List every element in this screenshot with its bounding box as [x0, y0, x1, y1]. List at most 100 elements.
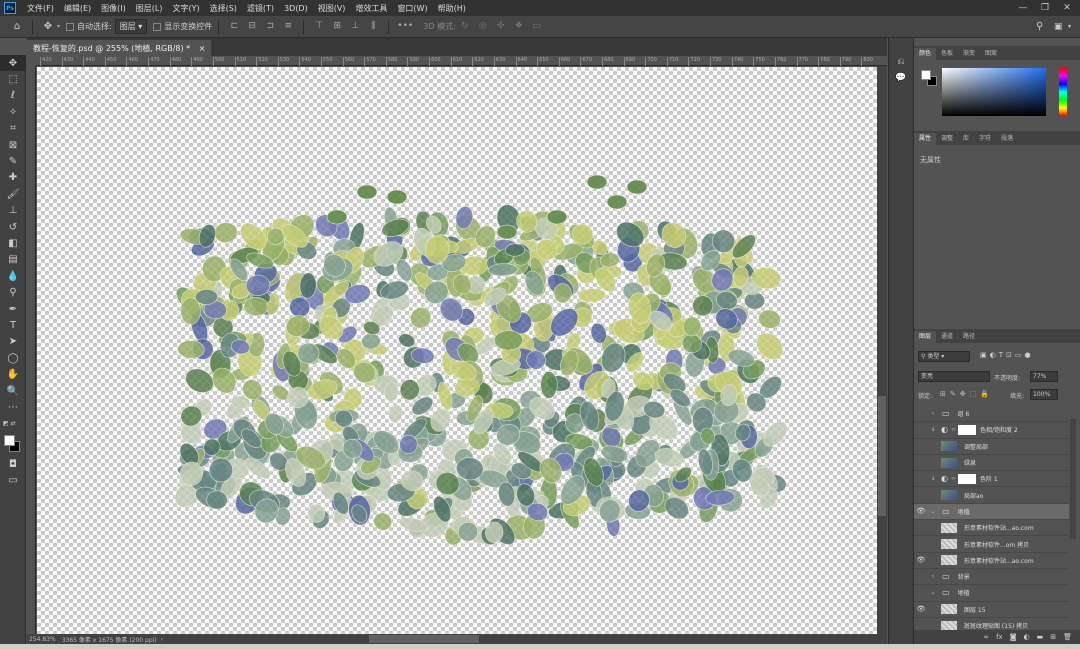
- clip-arrow-icon[interactable]: ↓: [928, 426, 938, 433]
- default-colors-icon[interactable]: ◩ ⇄: [0, 416, 26, 432]
- document-canvas[interactable]: [37, 67, 877, 634]
- history-panel-icon[interactable]: ⎌: [889, 54, 913, 70]
- menu-view[interactable]: 视图(V): [313, 3, 351, 14]
- menu-3d[interactable]: 3D(D): [279, 4, 313, 13]
- lock-icons[interactable]: ⊞✎✥⬚🔒: [940, 390, 993, 398]
- eye-icon[interactable]: 👁: [914, 556, 928, 564]
- shape-tool-icon[interactable]: ◯: [0, 350, 26, 366]
- move-tool-icon[interactable]: ✥: [0, 55, 26, 72]
- pen-tool-icon[interactable]: ✒: [0, 301, 26, 317]
- marquee-tool-icon[interactable]: ⬚: [0, 71, 26, 87]
- color-field[interactable]: [942, 68, 1046, 116]
- tab-paragraph[interactable]: 段落: [996, 133, 1018, 145]
- menu-image[interactable]: 图像(I): [96, 3, 131, 14]
- layer-filter-icons[interactable]: ▣◐T⊡▭●: [980, 351, 1034, 359]
- layer-filter-dropdown[interactable]: ⚲ 类型 ▾: [918, 351, 970, 362]
- quick-mask-icon[interactable]: ◘: [0, 456, 26, 472]
- menu-type[interactable]: 文字(Y): [167, 3, 204, 14]
- opacity-input[interactable]: 77%: [1030, 371, 1058, 382]
- align-bottom-icon[interactable]: ⊥: [348, 21, 362, 33]
- vertical-scrollbar[interactable]: [877, 66, 887, 634]
- new-group-icon[interactable]: ▬: [1037, 633, 1044, 641]
- expand-chevron-icon[interactable]: ›: [928, 410, 938, 417]
- menu-plugins[interactable]: 增效工具: [350, 3, 392, 14]
- brush-tool-icon[interactable]: 🖌: [0, 186, 26, 202]
- new-layer-icon[interactable]: ⊞: [1050, 633, 1056, 641]
- layer-row[interactable]: ⌄ ▭ 地植: [914, 585, 1069, 602]
- layers-scrollbar[interactable]: [1070, 419, 1076, 539]
- align-vcenter-icon[interactable]: ⊞: [330, 21, 344, 33]
- tab-layers[interactable]: 图层: [914, 331, 937, 343]
- auto-select-checkbox[interactable]: [66, 22, 75, 31]
- close-icon[interactable]: ✕: [1056, 0, 1078, 16]
- layer-row[interactable]: 形意素材软件...om 拷贝: [914, 536, 1069, 553]
- menu-window[interactable]: 窗口(W): [392, 3, 432, 14]
- menu-help[interactable]: 帮助(H): [433, 3, 471, 14]
- tab-color[interactable]: 颜色: [914, 48, 937, 60]
- adjustment-layer-icon[interactable]: ◐: [1024, 633, 1030, 641]
- chevron-down-icon[interactable]: ▾: [57, 23, 60, 30]
- mask-link-icon[interactable]: ∞: [951, 426, 956, 433]
- fill-input[interactable]: 100%: [1030, 389, 1058, 400]
- hue-slider[interactable]: [1059, 68, 1067, 116]
- 3d-slide-icon[interactable]: ❖: [512, 21, 526, 33]
- minimize-icon[interactable]: —: [1012, 0, 1034, 16]
- show-transform-checkbox[interactable]: [153, 22, 162, 31]
- maximize-icon[interactable]: ❐: [1034, 0, 1056, 16]
- dodge-tool-icon[interactable]: ⚲: [0, 284, 26, 300]
- eyedropper-tool-icon[interactable]: ✎: [0, 153, 26, 169]
- workspace-icon[interactable]: ▣: [1054, 22, 1063, 32]
- home-icon[interactable]: ⌂: [8, 18, 26, 36]
- distribute-icon[interactable]: ≡: [281, 21, 295, 33]
- crop-tool-icon[interactable]: ⌗: [0, 121, 26, 137]
- tab-paths[interactable]: 路径: [958, 331, 980, 343]
- gradient-tool-icon[interactable]: ▤: [0, 252, 26, 268]
- eye-icon[interactable]: 👁: [914, 605, 928, 613]
- foreground-color-swatch[interactable]: [4, 434, 15, 446]
- tab-channels[interactable]: 通道: [936, 331, 958, 343]
- align-hcenter-icon[interactable]: ⊟: [245, 21, 259, 33]
- layer-row[interactable]: 局部ao: [914, 488, 1069, 504]
- document-tab[interactable]: 教程-恢复的.psd @ 255% (地植, RGB/8) * ×: [27, 40, 212, 56]
- foreground-color-chip[interactable]: [921, 70, 931, 80]
- 3d-rotate-icon[interactable]: ↻: [458, 21, 472, 33]
- layer-row[interactable]: › ▭ 背景: [914, 569, 1069, 586]
- blend-mode-dropdown[interactable]: 变亮: [918, 371, 990, 382]
- search-icon[interactable]: ⚲: [1036, 21, 1043, 32]
- menu-edit[interactable]: 编辑(E): [59, 3, 96, 14]
- tab-patterns[interactable]: 图案: [980, 48, 1002, 60]
- 3d-camera-icon[interactable]: ▭: [530, 21, 544, 33]
- layer-row[interactable]: 斑斑纹理贴图 (15) 拷贝: [914, 618, 1069, 630]
- menu-layer[interactable]: 图层(L): [131, 3, 168, 14]
- type-tool-icon[interactable]: T: [0, 317, 26, 333]
- menu-file[interactable]: 文件(F): [22, 3, 59, 14]
- eye-icon[interactable]: 👁: [914, 507, 928, 515]
- close-tab-icon[interactable]: ×: [199, 44, 206, 53]
- zoom-tool-icon[interactable]: 🔍: [0, 383, 26, 399]
- blur-tool-icon[interactable]: 💧: [0, 268, 26, 284]
- distribute-vertical-icon[interactable]: ⫼: [366, 21, 380, 33]
- tab-properties[interactable]: 属性: [914, 133, 937, 145]
- layer-row[interactable]: 👁 图层 15: [914, 602, 1069, 618]
- clone-stamp-tool-icon[interactable]: ⊥: [0, 203, 26, 219]
- align-left-icon[interactable]: ⊏: [227, 21, 241, 33]
- eraser-tool-icon[interactable]: ◧: [0, 235, 26, 251]
- foreground-background-swatches[interactable]: [0, 432, 26, 456]
- layer-mask-thumbnail[interactable]: [957, 424, 976, 435]
- layer-row[interactable]: ↓ ◐ ∞ 色阶 1: [914, 471, 1069, 488]
- tab-character[interactable]: 字符: [974, 133, 996, 145]
- mask-link-icon[interactable]: ∞: [951, 475, 956, 482]
- move-tool-icon[interactable]: ✥: [39, 18, 57, 36]
- expand-chevron-icon[interactable]: ›: [928, 573, 938, 580]
- healing-brush-tool-icon[interactable]: ✚: [0, 170, 26, 186]
- horizontal-scroll-thumb[interactable]: [369, 635, 479, 643]
- magic-wand-tool-icon[interactable]: ✧: [0, 104, 26, 120]
- menu-select[interactable]: 选择(S): [205, 3, 242, 14]
- status-arrow-icon[interactable]: ›: [161, 636, 163, 643]
- zoom-level[interactable]: 254.83%: [29, 636, 56, 643]
- tab-adjustments[interactable]: 调整: [936, 133, 958, 145]
- 3d-pan-icon[interactable]: ✣: [494, 21, 508, 33]
- vertical-scroll-thumb[interactable]: [878, 396, 886, 516]
- align-right-icon[interactable]: ⊐: [263, 21, 277, 33]
- layer-row[interactable]: ↓ ◐ ∞ 色相/饱和度 2: [914, 422, 1069, 439]
